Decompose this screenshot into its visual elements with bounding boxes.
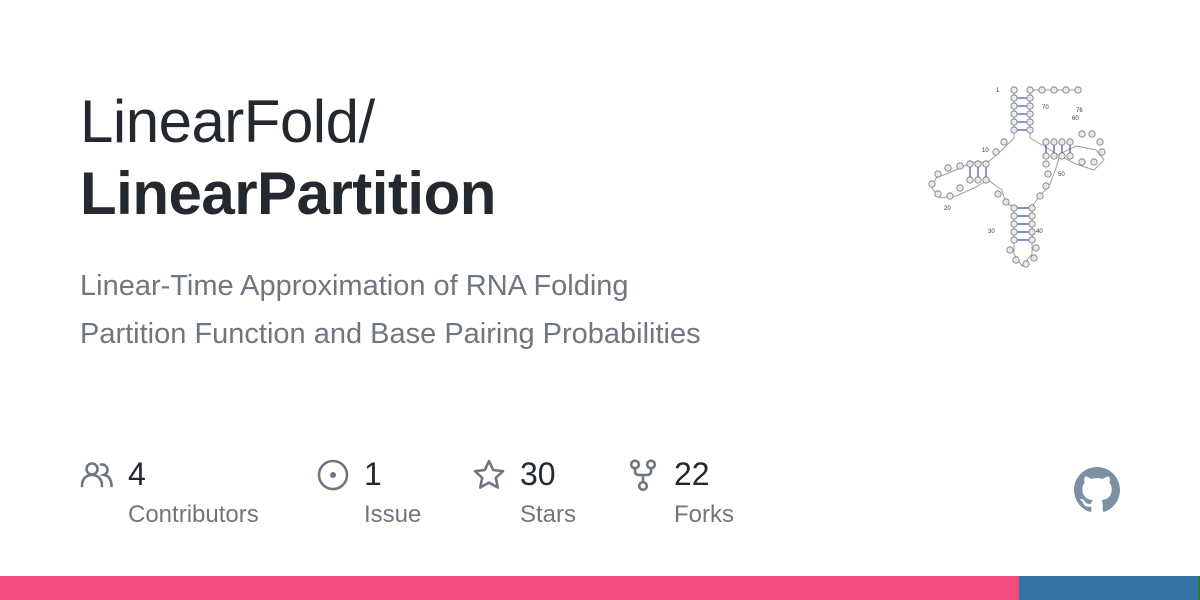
issues-label: Issue [364, 501, 422, 528]
description-line-2: Partition Function and Base Pairing Prob… [80, 318, 701, 350]
language-segment [1018, 576, 1198, 600]
issues-count: 1 [364, 456, 382, 492]
stars-count: 30 [520, 456, 556, 492]
forks-count: 22 [674, 456, 710, 492]
fork-icon [629, 459, 657, 492]
language-bar [0, 576, 1200, 600]
rna-label-50: 50 [1058, 172, 1065, 178]
repo-owner[interactable]: LinearFold/ [80, 86, 496, 158]
rna-label-60: 60 [1072, 116, 1079, 122]
people-icon [80, 462, 113, 488]
rna-label-10: 10 [982, 148, 989, 154]
stars-label: Stars [520, 501, 577, 528]
contributors-count: 4 [128, 456, 146, 492]
rna-label-20: 20 [944, 206, 951, 212]
repo-name[interactable]: LinearPartition [80, 158, 496, 230]
rna-label-30: 30 [988, 229, 995, 235]
forks-label: Forks [674, 501, 734, 528]
rna-label-70: 70 [1042, 105, 1049, 111]
github-logo-icon[interactable] [1074, 467, 1120, 513]
repo-description: Linear-Time Approximation of RNA Folding… [80, 262, 860, 358]
issue-icon [317, 459, 349, 491]
rna-structure-diagram: 1 10 20 30 40 50 60 70 76 [928, 86, 1106, 268]
rna-pairs [969, 97, 1071, 241]
contributors-label: Contributors [128, 501, 259, 528]
description-line-1: Linear-Time Approximation of RNA Folding [80, 270, 629, 302]
repo-title: LinearFold/ LinearPartition [80, 86, 496, 230]
rna-label-76: 76 [1076, 108, 1083, 114]
language-segment [0, 576, 1019, 600]
rna-label-1: 1 [996, 88, 1000, 94]
rna-label-40: 40 [1036, 229, 1043, 235]
star-icon [473, 459, 505, 489]
